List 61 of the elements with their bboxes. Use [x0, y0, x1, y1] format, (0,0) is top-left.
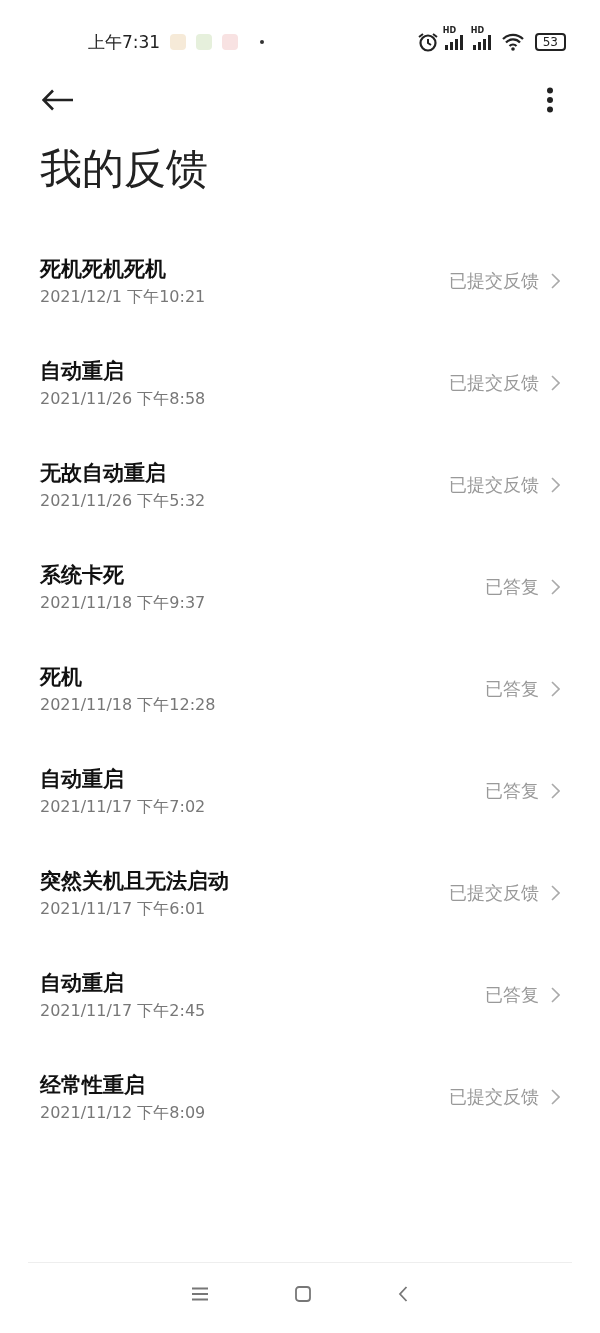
alarm-clock-icon	[416, 32, 439, 52]
feedback-title: 死机	[40, 663, 83, 691]
back-icon[interactable]	[398, 1286, 409, 1302]
feedback-status: 已答复	[485, 779, 539, 804]
home-button-icon[interactable]	[295, 1286, 311, 1302]
feedback-date: 2021/11/17 下午7:02	[40, 796, 207, 818]
feedback-date: 2021/11/18 下午12:28	[40, 694, 217, 716]
chevron-right-icon	[551, 987, 560, 1004]
feedback-title: 自动重启	[40, 357, 125, 385]
chevron-right-icon	[551, 885, 560, 902]
status-time: 上午7:31	[88, 30, 161, 54]
feedback-status: 已提交反馈	[449, 269, 539, 294]
feedback-date: 2021/11/17 下午6:01	[40, 898, 207, 920]
feedback-item[interactable]: 系统卡死 2021/11/18 下午9:37 已答复	[0, 536, 600, 639]
menu-icon[interactable]	[191, 1287, 208, 1301]
feedback-status: 已提交反馈	[449, 1085, 539, 1110]
feedback-item[interactable]: 经常性重启 2021/11/12 下午8:09 已提交反馈	[0, 1046, 600, 1149]
feedback-status: 已答复	[485, 983, 539, 1008]
feedback-title: 自动重启	[40, 765, 125, 793]
feedback-item[interactable]: 自动重启 2021/11/17 下午2:45 已答复	[0, 944, 600, 1047]
feedback-title: 突然关机且无法启动	[40, 867, 230, 895]
feedback-status: 已答复	[485, 677, 539, 702]
feedback-date: 2021/11/12 下午8:09	[40, 1102, 207, 1124]
feedback-status: 已答复	[485, 575, 539, 600]
feedback-item[interactable]: 无故自动重启 2021/11/26 下午5:32 已提交反馈	[0, 434, 600, 537]
chevron-right-icon	[551, 681, 560, 698]
feedback-title: 无故自动重启	[40, 459, 167, 487]
feedback-status: 已提交反馈	[449, 881, 539, 906]
chevron-right-icon	[551, 579, 560, 596]
feedback-date: 2021/11/17 下午2:45	[40, 1000, 207, 1022]
feedback-item[interactable]: 死机死机死机 2021/12/1 下午10:21 已提交反馈	[0, 230, 600, 333]
feedback-title: 自动重启	[40, 969, 125, 997]
app-notification-icon	[196, 34, 213, 50]
feedback-item[interactable]: 死机 2021/11/18 下午12:28 已答复	[0, 638, 600, 741]
chevron-right-icon	[551, 1089, 560, 1106]
hd-label: HD	[470, 26, 485, 35]
feedback-date: 2021/11/26 下午8:58	[40, 388, 207, 410]
feedback-title: 经常性重启	[40, 1071, 146, 1099]
feedback-date: 2021/11/26 下午5:32	[40, 490, 207, 512]
more-notifications-icon	[260, 40, 265, 44]
feedback-item[interactable]: 自动重启 2021/11/17 下午7:02 已答复	[0, 740, 600, 843]
feedback-date: 2021/11/18 下午9:37	[40, 592, 207, 614]
feedback-item[interactable]: 突然关机且无法启动 2021/11/17 下午6:01 已提交反馈	[0, 842, 600, 945]
app-notification-icon	[222, 34, 239, 50]
chevron-right-icon	[551, 477, 560, 494]
hd-label: HD	[442, 26, 457, 35]
wifi-icon	[500, 33, 525, 51]
chevron-right-icon	[551, 375, 560, 392]
feedback-title: 系统卡死	[40, 561, 125, 589]
feedback-status: 已提交反馈	[449, 371, 539, 396]
chevron-right-icon	[551, 783, 560, 800]
feedback-title: 死机死机死机	[40, 255, 167, 283]
page-title: 我的反馈	[40, 144, 209, 195]
feedback-status: 已提交反馈	[449, 473, 539, 498]
back-arrow-icon[interactable]	[42, 89, 74, 111]
app-notification-icon	[170, 34, 187, 50]
more-options-icon[interactable]	[546, 87, 554, 113]
battery-indicator: 53	[534, 33, 566, 51]
feedback-item[interactable]: 自动重启 2021/11/26 下午8:58 已提交反馈	[0, 332, 600, 435]
chevron-right-icon	[551, 273, 560, 290]
feedback-date: 2021/12/1 下午10:21	[40, 286, 207, 308]
